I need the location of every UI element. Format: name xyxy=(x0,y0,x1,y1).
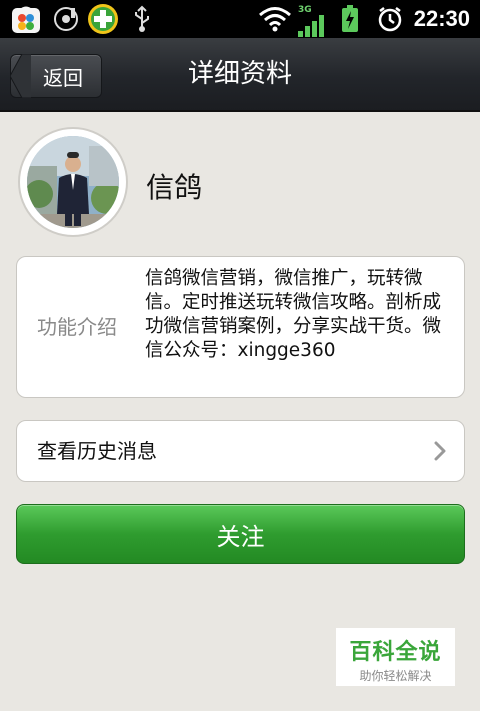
intro-text: 信鸽微信营销，微信推广，玩转微信。定时推送玩转微信攻略。剖析成功微信营销案例，分… xyxy=(145,268,442,361)
status-bar: 3G 22:30 xyxy=(0,0,480,38)
back-button[interactable]: 返回 xyxy=(10,54,102,98)
network-type-label: 3G xyxy=(298,5,312,15)
chevron-right-icon xyxy=(434,441,446,465)
watermark-title: 百科全说 xyxy=(349,640,442,665)
view-history-row[interactable]: 查看历史消息 xyxy=(16,420,465,482)
usb-icon xyxy=(132,0,152,38)
back-arrow-icon xyxy=(10,54,31,98)
plus-shield-icon xyxy=(86,0,120,38)
signal-icon: 3G xyxy=(298,0,328,38)
music-icon xyxy=(52,0,80,38)
avatar[interactable] xyxy=(18,127,128,237)
follow-button[interactable]: 关注 xyxy=(16,504,465,564)
view-history-label: 查看历史消息 xyxy=(37,439,157,463)
watermark-logo: 百科全说 助你轻松解决 xyxy=(336,628,455,686)
alarm-icon xyxy=(377,0,403,38)
wifi-icon xyxy=(258,0,292,38)
intro-card: 功能介绍 信鸽微信营销，微信推广，玩转微信。定时推送玩转微信攻略。剖析成功微信营… xyxy=(16,256,465,398)
profile-name: 信鸽 xyxy=(146,171,203,204)
intro-label: 功能介绍 xyxy=(37,315,117,339)
back-button-label: 返回 xyxy=(43,65,83,90)
watermark-subtitle: 助你轻松解决 xyxy=(359,669,432,683)
battery-charging-icon xyxy=(341,0,359,38)
app-store-icon xyxy=(10,0,42,38)
avatar-photo xyxy=(27,136,119,228)
title-bar: 详细资料 返回 xyxy=(0,38,480,112)
clock-time: 22:30 xyxy=(413,6,470,31)
